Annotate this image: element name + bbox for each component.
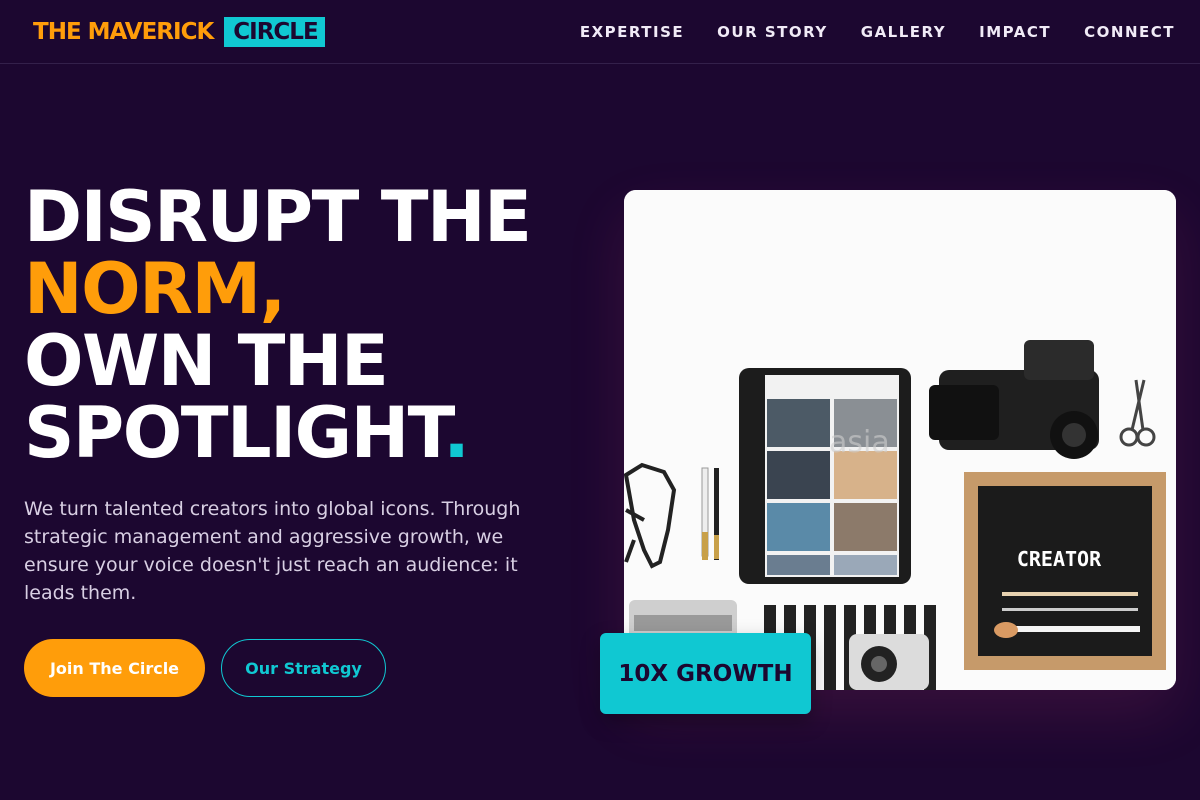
join-circle-button[interactable]: Join The Circle	[24, 639, 205, 697]
growth-badge-text: 10X GROWTH	[618, 660, 793, 687]
growth-badge: 10X GROWTH	[600, 633, 811, 714]
nav-link-our-story[interactable]: OUR STORY	[717, 23, 828, 41]
nav-links: EXPERTISE OUR STORY GALLERY IMPACT CONNE…	[580, 23, 1175, 41]
nav-link-connect[interactable]: CONNECT	[1084, 23, 1175, 41]
our-strategy-button[interactable]: Our Strategy	[221, 639, 386, 697]
nav-link-expertise[interactable]: EXPERTISE	[580, 23, 684, 41]
hero-image: CREATOR asia	[624, 190, 1176, 690]
hero-title-dot: .	[443, 392, 470, 474]
hero-description: We turn talented creators into global ic…	[24, 498, 521, 604]
nav-link-impact[interactable]: IMPACT	[979, 23, 1051, 41]
instant-camera-icon	[849, 634, 929, 690]
brand-logo[interactable]: THE MAVERICK CIRCLE	[33, 16, 325, 47]
hero-title-line-3: OWN THE	[24, 320, 389, 402]
hero-title-line-1: DISRUPT THE	[24, 176, 532, 258]
letterboard-icon: CREATOR	[964, 472, 1166, 670]
logo-box-text: CIRCLE	[224, 16, 325, 47]
letterboard-text: CREATOR	[1017, 547, 1102, 571]
hero-title-line-2: NORM,	[24, 248, 286, 330]
tablet-icon	[739, 368, 911, 584]
top-navigation: THE MAVERICK CIRCLE EXPERTISE OUR STORY …	[0, 0, 1200, 64]
watermark-text: asia	[829, 425, 890, 460]
logo-text: THE MAVERICK	[33, 18, 214, 45]
nav-link-gallery[interactable]: GALLERY	[861, 23, 946, 41]
creator-flatlay-illustration: CREATOR asia	[624, 190, 1176, 690]
hero-title-spotlight: SPOTLIGHT	[24, 392, 445, 474]
hero-title-line-4: SPOTLIGHT.	[24, 397, 584, 469]
hero-title: DISRUPT THE NORM, OWN THE SPOTLIGHT.	[24, 181, 584, 469]
